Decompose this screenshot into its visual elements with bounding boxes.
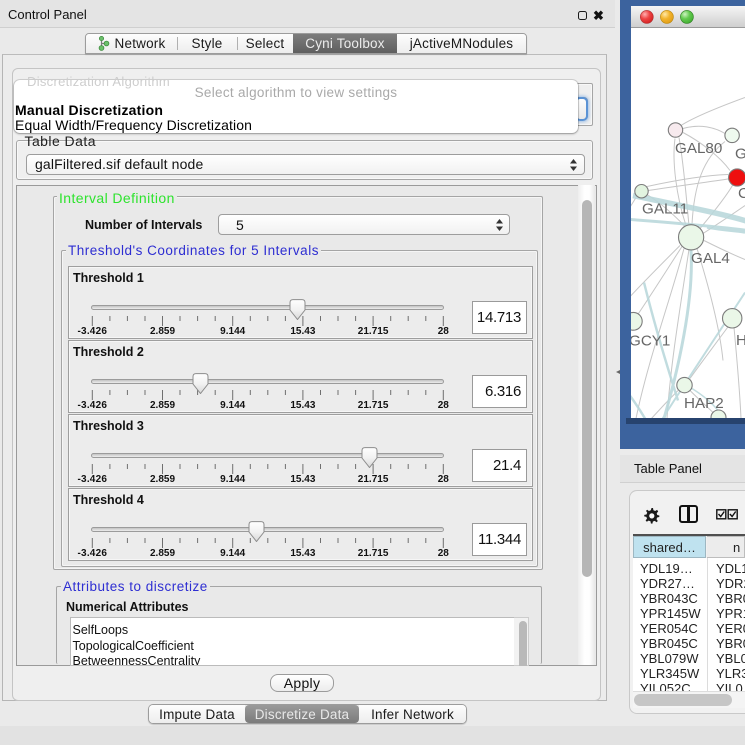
svg-text:GAL80: GAL80 — [675, 140, 722, 157]
svg-text:HAP2: HAP2 — [684, 395, 724, 412]
svg-text:H: H — [736, 332, 745, 349]
svg-text:GAL11: GAL11 — [642, 200, 688, 217]
svg-text:GCY1: GCY1 — [631, 332, 670, 349]
svg-text:C: C — [738, 185, 745, 202]
svg-text:GAL4: GAL4 — [691, 250, 730, 267]
svg-text:GA: GA — [735, 145, 745, 162]
